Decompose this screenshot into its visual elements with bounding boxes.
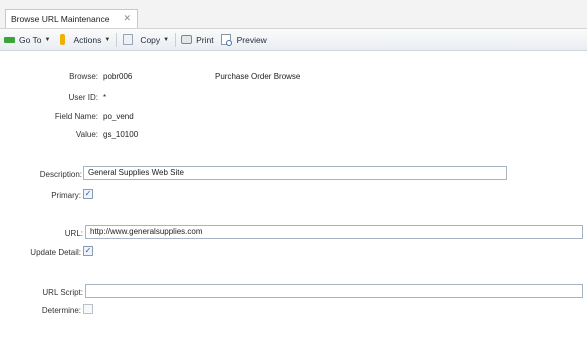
userid-label: User ID: <box>68 93 98 102</box>
browse-value: pobr006 <box>103 72 133 81</box>
checkmark-icon: ✓ <box>84 246 92 255</box>
tab-browse-url-maintenance[interactable]: Browse URL Maintenance ✕ <box>5 9 138 28</box>
toolbar: Go To ▼ Actions ▼ Copy ▼ Print Preview <box>0 29 587 51</box>
print-label: Print <box>196 34 214 45</box>
url-field[interactable]: http://www.generalsupplies.com <box>85 225 583 239</box>
fieldname-label: Field Name: <box>54 112 98 121</box>
actions-button[interactable]: Actions ▼ <box>60 34 110 45</box>
tab-title: Browse URL Maintenance <box>11 14 110 24</box>
value-value: gs_10100 <box>103 130 139 139</box>
goto-label: Go To <box>19 34 42 45</box>
description-label: Description: <box>39 170 82 179</box>
primary-label: Primary: <box>51 191 81 200</box>
preview-icon <box>220 34 232 46</box>
fieldname-value: po_vend <box>103 112 134 121</box>
copy-icon <box>123 34 134 45</box>
chevron-down-icon[interactable]: ▼ <box>104 37 110 43</box>
userid-value: * <box>103 93 107 102</box>
description-field[interactable]: General Supplies Web Site <box>83 166 507 180</box>
chevron-down-icon[interactable]: ▼ <box>45 37 51 43</box>
preview-button[interactable]: Preview <box>220 34 267 46</box>
update-detail-label: Update Detail: <box>30 248 81 257</box>
copy-label: Copy <box>140 34 161 45</box>
toolbar-separator <box>175 32 177 47</box>
actions-label: Actions <box>73 34 102 45</box>
toolbar-separator <box>116 32 118 47</box>
primary-checkbox[interactable]: ✓ <box>83 189 93 199</box>
value-label: Value: <box>75 130 98 139</box>
determine-label: Determine: <box>41 306 81 315</box>
print-button[interactable]: Print <box>181 34 214 45</box>
goto-button[interactable]: Go To ▼ <box>4 35 50 45</box>
printer-icon <box>181 35 193 44</box>
update-detail-checkbox[interactable]: ✓ <box>83 246 93 256</box>
determine-checkbox[interactable] <box>83 304 93 314</box>
copy-button[interactable]: Copy ▼ <box>123 34 169 45</box>
url-label: URL: <box>64 229 83 238</box>
close-icon[interactable]: ✕ <box>123 13 131 24</box>
url-script-field[interactable] <box>85 284 583 298</box>
actions-icon <box>60 34 66 45</box>
chevron-down-icon[interactable]: ▼ <box>163 37 169 43</box>
url-script-label: URL Script: <box>42 288 83 297</box>
tab-strip: Browse URL Maintenance ✕ <box>0 0 587 29</box>
preview-label: Preview <box>236 34 267 45</box>
browse-label: Browse: <box>69 72 98 81</box>
browse-description: Purchase Order Browse <box>215 72 301 81</box>
checkmark-icon: ✓ <box>84 189 92 198</box>
goto-icon <box>4 36 15 43</box>
